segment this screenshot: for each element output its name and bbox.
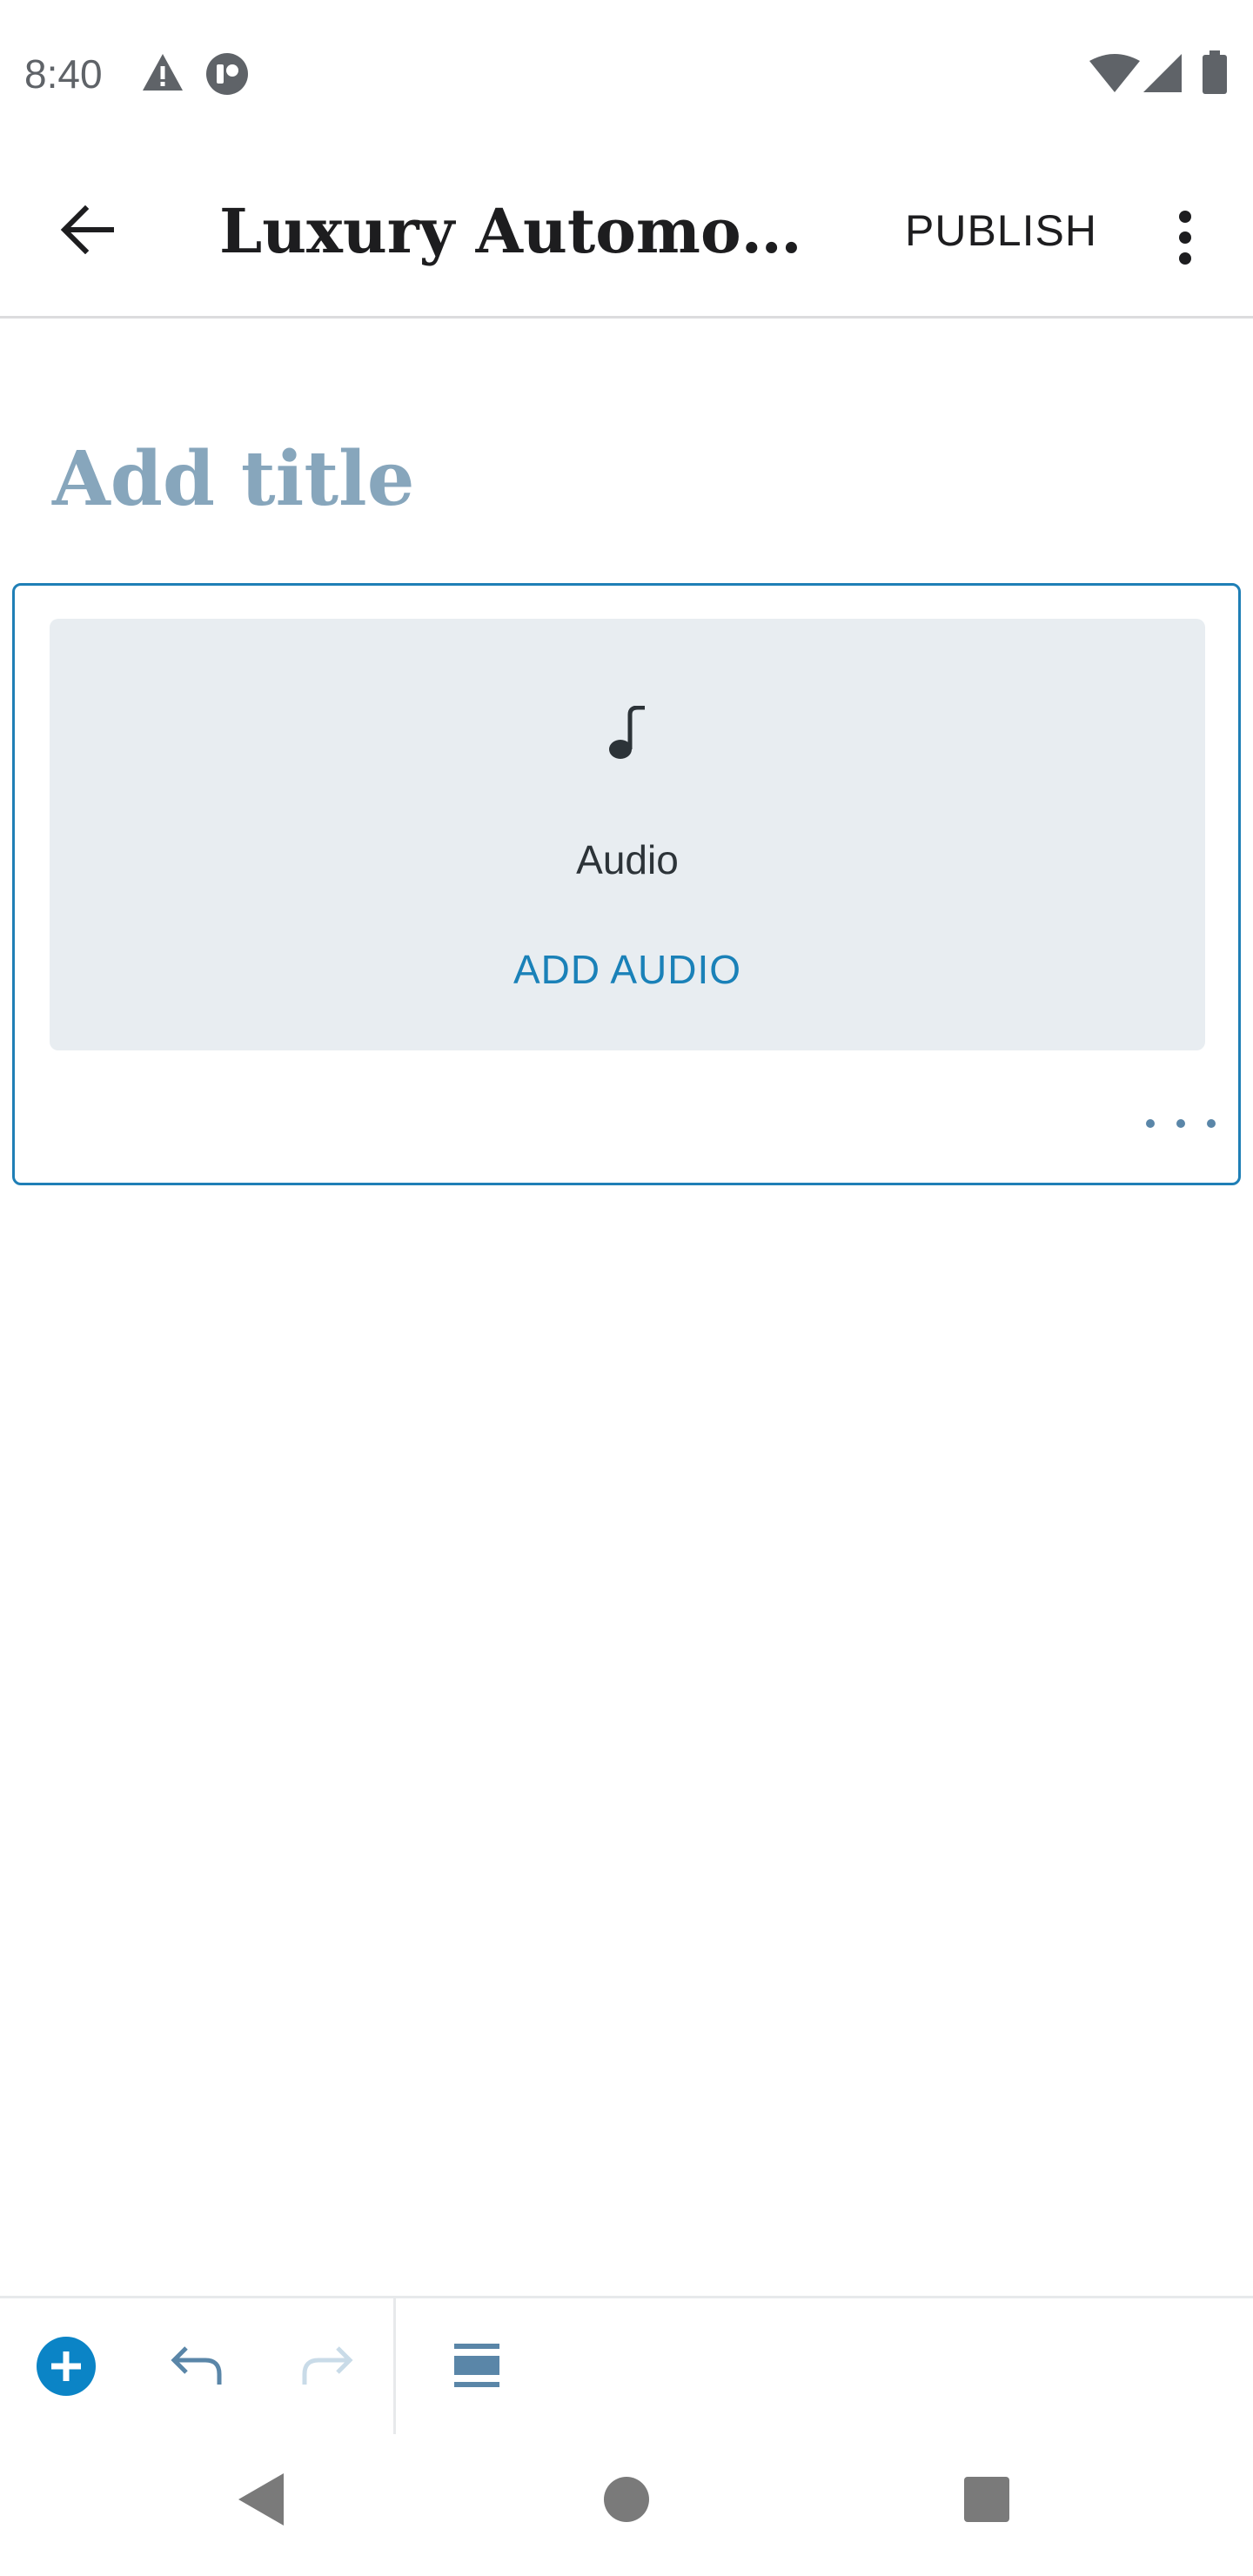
wifi-icon	[1089, 54, 1140, 97]
audio-placeholder[interactable]: Audio ADD AUDIO	[50, 619, 1205, 1050]
more-vertical-icon	[1178, 210, 1192, 270]
more-horizontal-icon[interactable]	[1146, 1106, 1216, 1141]
redo-icon	[301, 2345, 353, 2392]
back-arrow-icon	[59, 205, 115, 258]
nav-home-icon	[602, 2475, 651, 2528]
publish-button[interactable]: PUBLISH	[905, 205, 1097, 256]
undo-icon	[171, 2345, 223, 2392]
add-block-icon	[36, 2336, 97, 2401]
add-block-button[interactable]	[31, 2333, 101, 2403]
audio-block-label: Audio	[576, 837, 679, 882]
block-navigation-icon	[452, 2340, 501, 2397]
block-navigation-button[interactable]	[442, 2333, 512, 2403]
music-note-icon	[50, 706, 1205, 775]
add-audio-button[interactable]: ADD AUDIO	[50, 946, 1205, 993]
nav-back-button[interactable]	[226, 2466, 296, 2536]
editor-toolbar	[0, 2296, 1253, 2434]
redo-button[interactable]	[292, 2333, 362, 2403]
nav-recents-icon	[962, 2475, 1011, 2528]
audio-block[interactable]: Audio ADD AUDIO	[12, 583, 1241, 1185]
app-notification-icon	[205, 52, 249, 100]
status-bar: 8:40	[0, 0, 1253, 148]
toolbar-divider	[393, 2298, 396, 2434]
warning-icon	[141, 52, 184, 97]
post-title-header: Luxury Automoti...	[219, 195, 828, 267]
system-nav-bar	[0, 2432, 1253, 2576]
undo-button[interactable]	[162, 2333, 231, 2403]
signal-icon	[1143, 54, 1182, 97]
status-time: 8:40	[24, 51, 103, 97]
nav-back-icon	[237, 2472, 285, 2532]
battery-icon	[1203, 50, 1227, 98]
back-button[interactable]	[42, 186, 132, 277]
post-title-input[interactable]: Add title	[52, 435, 414, 523]
app-bar: Luxury Automoti... PUBLISH	[0, 148, 1253, 319]
nav-recents-button[interactable]	[952, 2466, 1022, 2536]
more-options-button[interactable]	[1150, 200, 1220, 278]
nav-home-button[interactable]	[592, 2466, 661, 2536]
